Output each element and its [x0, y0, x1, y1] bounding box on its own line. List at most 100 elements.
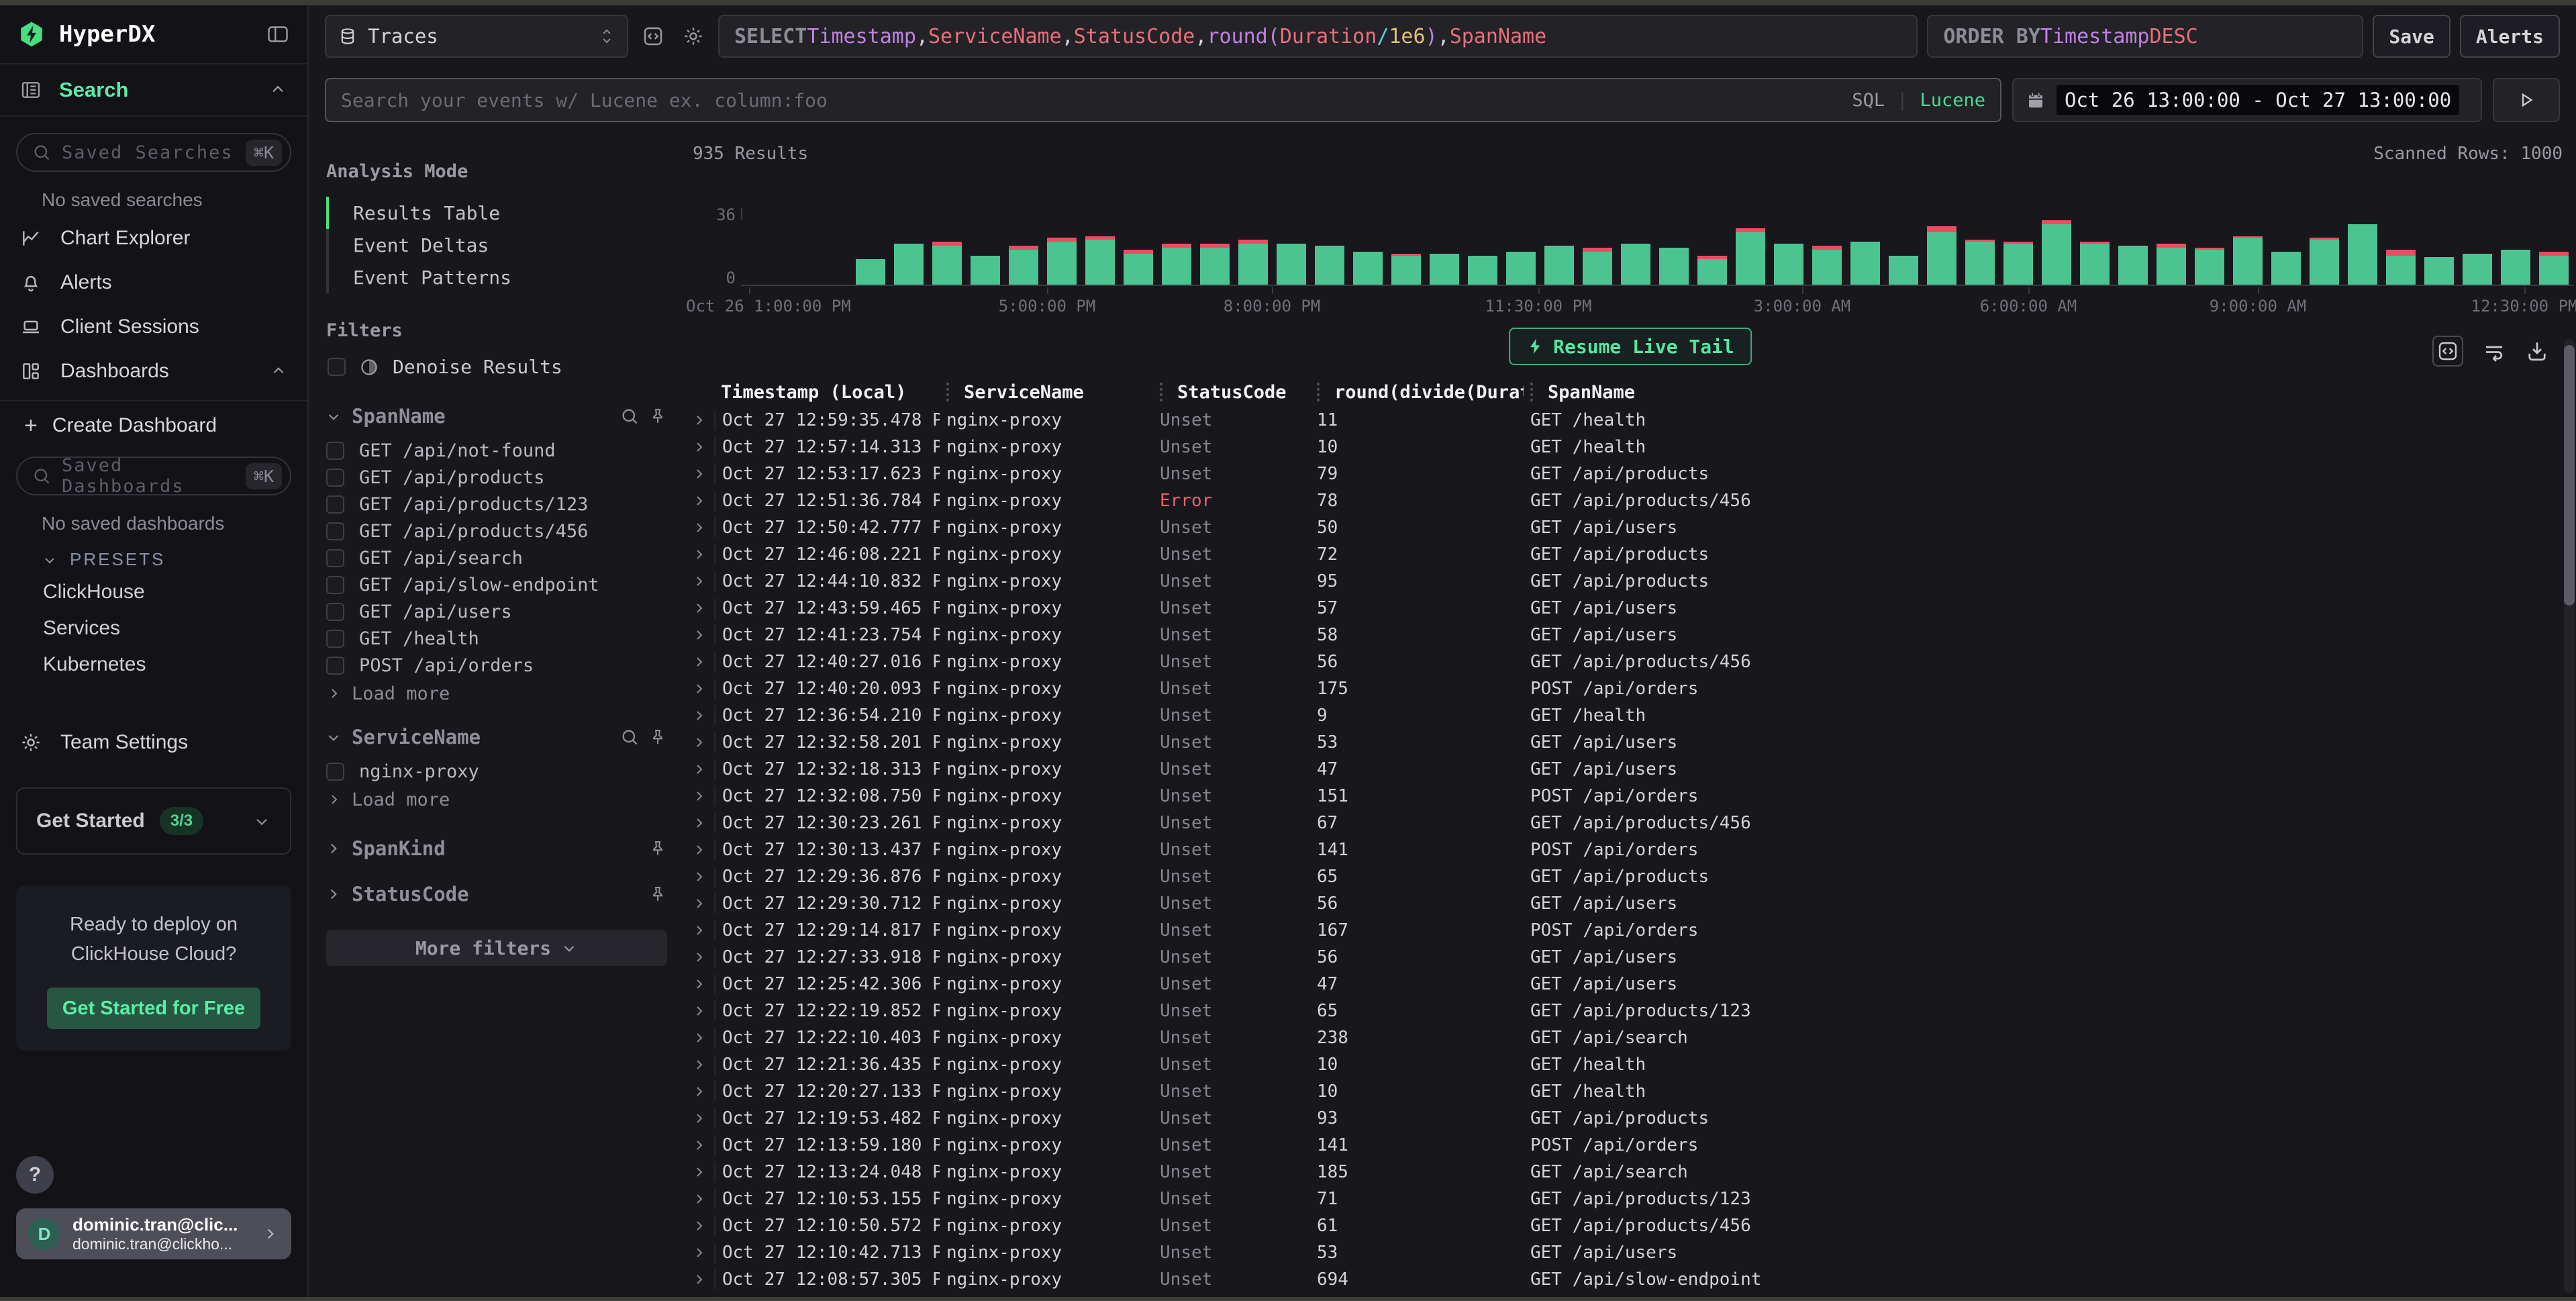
- table-row[interactable]: Oct 27 12:32:18.313 PM nginx-proxy Unset…: [685, 756, 2576, 783]
- row-expand-chevron-icon[interactable]: [685, 681, 714, 697]
- filter-checkbox-item[interactable]: GET /api/products: [326, 464, 667, 491]
- column-header-timestamp[interactable]: Timestamp (Local): [714, 382, 940, 403]
- checkbox[interactable]: [326, 495, 344, 514]
- sidebar-item-team-settings[interactable]: Team Settings: [0, 720, 307, 765]
- table-row[interactable]: Oct 27 12:25:42.306 PM nginx-proxy Unset…: [685, 971, 2576, 998]
- row-expand-chevron-icon[interactable]: [685, 896, 714, 912]
- table-row[interactable]: Oct 27 12:19:53.482 PM nginx-proxy Unset…: [685, 1105, 2576, 1132]
- pin-icon[interactable]: [648, 728, 667, 746]
- table-row[interactable]: Oct 27 12:51:36.784 PM nginx-proxy Error…: [685, 487, 2576, 514]
- mode-results-table[interactable]: Results Table: [326, 197, 667, 229]
- row-expand-chevron-icon[interactable]: [685, 493, 714, 509]
- alerts-button[interactable]: Alerts: [2460, 15, 2560, 58]
- row-expand-chevron-icon[interactable]: [685, 573, 714, 589]
- row-expand-chevron-icon[interactable]: [685, 976, 714, 992]
- saved-dashboards-input[interactable]: Saved Dashboards ⌘K: [16, 456, 291, 495]
- row-expand-chevron-icon[interactable]: [685, 1030, 714, 1046]
- help-button[interactable]: ?: [16, 1156, 54, 1194]
- table-row[interactable]: Oct 27 12:41:23.754 PM nginx-proxy Unset…: [685, 622, 2576, 648]
- row-expand-chevron-icon[interactable]: [685, 627, 714, 643]
- date-range-picker[interactable]: Oct 26 13:00:00 - Oct 27 13:00:00: [2012, 78, 2482, 122]
- checkbox[interactable]: [326, 603, 344, 621]
- row-expand-chevron-icon[interactable]: [685, 1245, 714, 1261]
- filter-group-spankind[interactable]: SpanKind: [325, 837, 667, 860]
- mode-event-deltas[interactable]: Event Deltas: [329, 229, 667, 261]
- saved-searches-input[interactable]: Saved Searches ⌘K: [16, 133, 291, 172]
- row-expand-chevron-icon[interactable]: [685, 654, 714, 670]
- scrollbar-thumb[interactable]: [2564, 345, 2575, 606]
- filter-checkbox-item[interactable]: GET /api/products/456: [326, 518, 667, 544]
- column-header-servicename[interactable]: ServiceName: [940, 382, 1153, 403]
- table-row[interactable]: Oct 27 12:13:59.180 PM nginx-proxy Unset…: [685, 1132, 2576, 1159]
- checkbox[interactable]: [326, 442, 344, 460]
- table-row[interactable]: Oct 27 12:29:36.876 PM nginx-proxy Unset…: [685, 863, 2576, 890]
- event-search-input[interactable]: Search your events w/ Lucene ex. column:…: [325, 78, 2001, 122]
- preset-kubernetes[interactable]: Kubernetes: [0, 646, 307, 683]
- checkbox[interactable]: [326, 549, 344, 567]
- row-expand-chevron-icon[interactable]: [685, 922, 714, 938]
- table-row[interactable]: Oct 27 12:20:27.133 PM nginx-proxy Unset…: [685, 1078, 2576, 1105]
- denoise-results-toggle[interactable]: Denoise Results: [328, 356, 667, 378]
- row-expand-chevron-icon[interactable]: [685, 1271, 714, 1288]
- row-expand-chevron-icon[interactable]: [685, 949, 714, 965]
- table-row[interactable]: Oct 27 12:27:33.918 PM nginx-proxy Unset…: [685, 944, 2576, 971]
- more-filters-button[interactable]: More filters: [326, 930, 667, 966]
- row-expand-chevron-icon[interactable]: [685, 520, 714, 536]
- pin-icon[interactable]: [648, 407, 667, 426]
- checkbox[interactable]: [328, 358, 346, 376]
- table-row[interactable]: Oct 27 12:32:58.201 PM nginx-proxy Unset…: [685, 729, 2576, 756]
- table-row[interactable]: Oct 27 12:21:36.435 PM nginx-proxy Unset…: [685, 1051, 2576, 1078]
- checkbox[interactable]: [326, 469, 344, 487]
- filter-checkbox-item[interactable]: nginx-proxy: [326, 758, 667, 785]
- row-expand-chevron-icon[interactable]: [685, 600, 714, 616]
- table-row[interactable]: Oct 27 12:40:27.016 PM nginx-proxy Unset…: [685, 648, 2576, 675]
- checkbox[interactable]: [326, 763, 344, 781]
- filter-search-icon[interactable]: [620, 407, 639, 426]
- lang-toggle-lucene[interactable]: Lucene: [1920, 90, 1985, 111]
- row-expand-chevron-icon[interactable]: [685, 1218, 714, 1234]
- select-clause-input[interactable]: SELECT Timestamp,ServiceName,StatusCode,…: [718, 15, 1918, 58]
- filter-checkbox-item[interactable]: GET /api/not-found: [326, 437, 667, 464]
- pin-icon[interactable]: [648, 885, 667, 904]
- filter-checkbox-item[interactable]: GET /api/products/123: [326, 491, 667, 518]
- sidebar-item-search[interactable]: Search: [0, 63, 307, 117]
- table-row[interactable]: Oct 27 12:29:14.817 PM nginx-proxy Unset…: [685, 917, 2576, 944]
- spanname-load-more[interactable]: Load more: [326, 679, 667, 708]
- row-expand-chevron-icon[interactable]: [685, 761, 714, 777]
- table-row[interactable]: Oct 27 12:10:53.155 PM nginx-proxy Unset…: [685, 1186, 2576, 1212]
- get-started-free-button[interactable]: Get Started for Free: [47, 987, 261, 1029]
- row-expand-chevron-icon[interactable]: [685, 815, 714, 831]
- create-dashboard-button[interactable]: + Create Dashboard: [0, 401, 307, 450]
- source-selector[interactable]: Traces: [325, 15, 628, 58]
- orderby-clause-input[interactable]: ORDER BY Timestamp DESC: [1927, 15, 2363, 58]
- row-expand-chevron-icon[interactable]: [685, 708, 714, 724]
- table-row[interactable]: Oct 27 12:22:10.403 PM nginx-proxy Unset…: [685, 1024, 2576, 1051]
- save-button[interactable]: Save: [2373, 15, 2450, 58]
- row-expand-chevron-icon[interactable]: [685, 788, 714, 804]
- filter-checkbox-item[interactable]: GET /api/search: [326, 544, 667, 571]
- table-row[interactable]: Oct 27 12:44:10.832 PM nginx-proxy Unset…: [685, 568, 2576, 595]
- table-row[interactable]: Oct 27 12:08:57.305 PM nginx-proxy Unset…: [685, 1266, 2576, 1293]
- filter-checkbox-item[interactable]: GET /health: [326, 625, 667, 652]
- row-expand-chevron-icon[interactable]: [685, 1003, 714, 1019]
- table-row[interactable]: Oct 27 12:43:59.465 PM nginx-proxy Unset…: [685, 595, 2576, 622]
- preset-clickhouse[interactable]: ClickHouse: [0, 574, 307, 610]
- row-expand-chevron-icon[interactable]: [685, 546, 714, 563]
- table-row[interactable]: Oct 27 12:46:08.221 PM nginx-proxy Unset…: [685, 541, 2576, 568]
- checkbox[interactable]: [326, 657, 344, 675]
- pin-icon[interactable]: [648, 839, 667, 858]
- filter-group-statuscode[interactable]: StatusCode: [325, 883, 667, 906]
- sidebar-item-chart-explorer[interactable]: Chart Explorer: [0, 216, 307, 260]
- view-source-code-icon[interactable]: [2432, 336, 2463, 367]
- table-row[interactable]: Oct 27 12:50:42.777 PM nginx-proxy Unset…: [685, 514, 2576, 541]
- row-expand-chevron-icon[interactable]: [685, 1137, 714, 1153]
- sidebar-item-dashboards[interactable]: Dashboards: [0, 349, 307, 393]
- checkbox[interactable]: [326, 522, 344, 540]
- sidebar-item-alerts[interactable]: Alerts: [0, 260, 307, 305]
- row-expand-chevron-icon[interactable]: [685, 842, 714, 858]
- row-expand-chevron-icon[interactable]: [685, 466, 714, 482]
- checkbox[interactable]: [326, 630, 344, 648]
- column-header-spanname[interactable]: SpanName: [1524, 382, 2576, 403]
- user-menu[interactable]: D dominic.tran@clic... dominic.tran@clic…: [16, 1208, 291, 1259]
- table-row[interactable]: Oct 27 12:22:19.852 PM nginx-proxy Unset…: [685, 998, 2576, 1024]
